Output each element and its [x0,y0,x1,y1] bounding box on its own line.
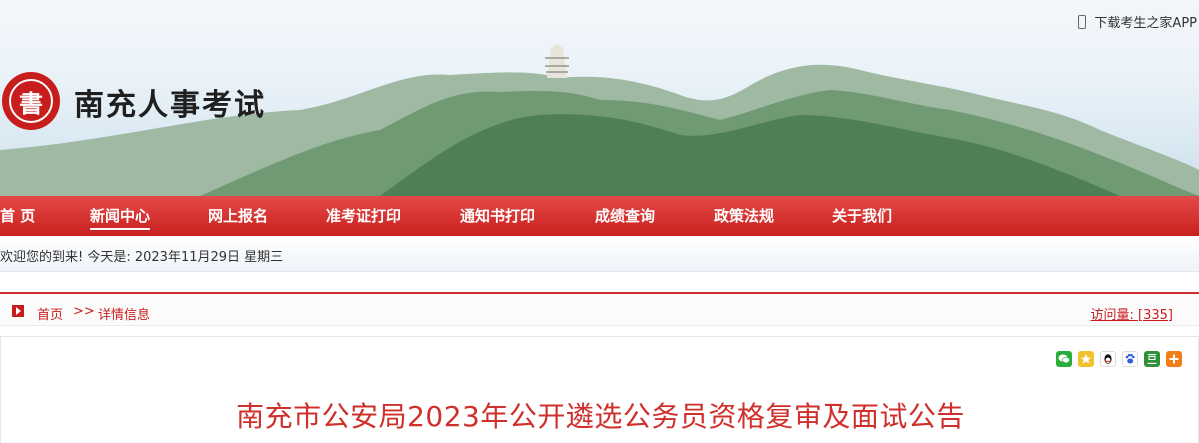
qzone-icon[interactable] [1078,351,1094,367]
download-app-label: 下载考生之家APP [1094,16,1197,31]
nav-item-policies[interactable]: 政策法规 [714,196,774,236]
breadcrumb-separator: >> [73,304,95,319]
nav-item-score-query[interactable]: 成绩查询 [595,196,655,236]
article-panel: 南充市公安局2023年公开遴选公务员资格复审及面试公告 [0,336,1199,443]
baidu-icon[interactable] [1122,351,1138,367]
nav-item-about-us[interactable]: 关于我们 [832,196,892,236]
qq-icon[interactable] [1100,351,1116,367]
wechat-icon[interactable] [1056,351,1072,367]
visit-count: 访问量: [335] [1090,308,1173,323]
nav-item-notice-print[interactable]: 通知书打印 [460,196,535,236]
main-nav: 首 页 新闻中心 网上报名 准考证打印 通知书打印 成绩查询 政策法规 关于我们 [0,196,1199,236]
logo-glyph: 書 [9,79,53,123]
nav-item-news[interactable]: 新闻中心 [90,196,151,236]
nav-item-admission-ticket[interactable]: 准考证打印 [326,196,401,236]
welcome-text: 欢迎您的到来! 今天是: 2023年11月29日 星期三 [0,250,284,265]
site-logo[interactable]: 書 [2,72,60,130]
site-title: 南充人事考试 [74,88,266,123]
header-banner: 書 南充人事考试 下载考生之家APP [0,0,1199,196]
more-icon[interactable] [1166,351,1182,367]
nav-item-online-registration[interactable]: 网上报名 [208,196,268,236]
download-app-link[interactable]: 下载考生之家APP [1078,12,1197,31]
article-title: 南充市公安局2023年公开遴选公务员资格复审及面试公告 [236,400,965,433]
arrow-right-icon [12,305,24,317]
welcome-bar: 欢迎您的到来! 今天是: 2023年11月29日 星期三 [0,236,1199,272]
share-toolbar [1056,351,1182,367]
breadcrumb-current: 详情信息 [98,308,151,323]
breadcrumb-home-link[interactable]: 首页 [37,304,63,323]
phone-icon [1078,14,1087,29]
breadcrumb: 首页 >> 详情信息 访问量: [335] [0,292,1199,326]
douban-icon[interactable] [1144,351,1160,367]
nav-item-home[interactable]: 首 页 [0,196,35,236]
